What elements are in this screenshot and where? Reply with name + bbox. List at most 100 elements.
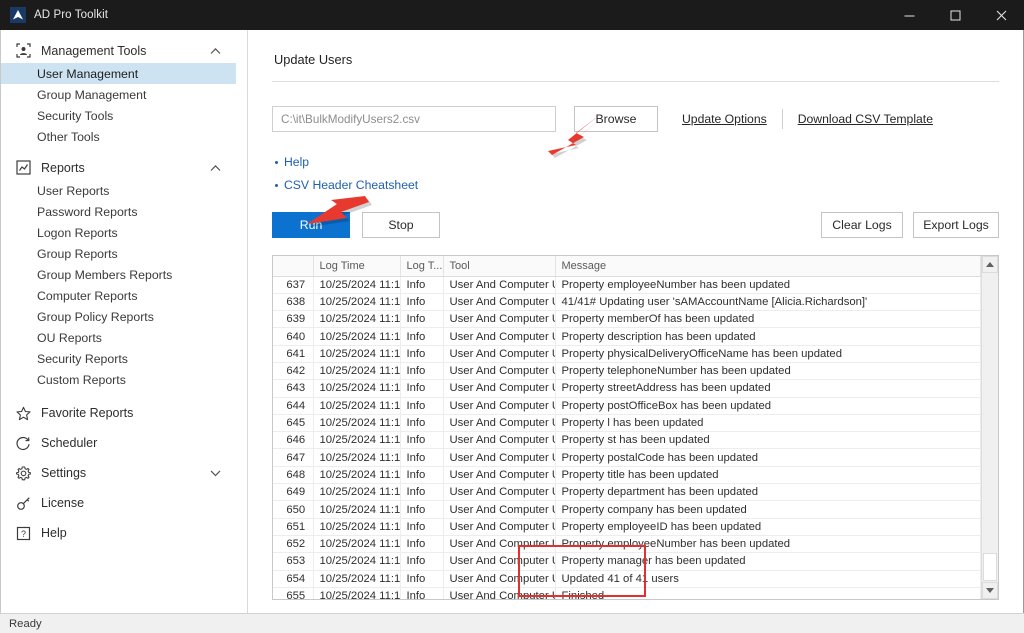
table-row[interactable]: 64710/25/2024 11:1...InfoUser And Comput… (273, 448, 981, 467)
log-cell-time: 10/25/2024 11:1... (313, 293, 401, 312)
stop-button[interactable]: Stop (362, 212, 440, 238)
log-cell-type: Info (400, 535, 444, 554)
update-options-link[interactable]: Update Options (682, 112, 767, 126)
maximize-button[interactable] (932, 0, 978, 30)
close-button[interactable] (978, 0, 1024, 30)
sidebar-item-security-tools[interactable]: Security Tools (1, 105, 247, 126)
sidebar-item-group-members-reports[interactable]: Group Members Reports (1, 264, 247, 285)
action-buttons-row: Run Stop Clear Logs Export Logs (272, 212, 999, 238)
sidebar-group-reports[interactable]: Reports (1, 155, 247, 180)
log-cell-message: Property st has been updated (555, 431, 981, 450)
log-cell-type: Info (400, 379, 444, 398)
chevron-up-icon[interactable] (210, 164, 221, 171)
sidebar-item-settings[interactable]: Settings (1, 458, 247, 488)
table-row[interactable]: 64110/25/2024 11:1...InfoUser And Comput… (273, 345, 981, 363)
table-row[interactable]: 64310/25/2024 11:1...InfoUser And Comput… (273, 379, 981, 398)
table-row[interactable]: 64610/25/2024 11:1...InfoUser And Comput… (273, 431, 981, 450)
log-cell-index: 640 (273, 327, 314, 346)
sidebar-group-management-tools[interactable]: Management Tools (1, 38, 247, 63)
sidebar-item-label: User Management (37, 66, 139, 81)
scrollbar-thumb[interactable] (983, 553, 997, 581)
log-cell-message: Property physicalDeliveryOfficeName has … (555, 345, 981, 363)
sidebar-item-group-management[interactable]: Group Management (1, 84, 247, 105)
log-cell-index: 644 (273, 397, 314, 415)
sidebar-item-other-tools[interactable]: Other Tools (1, 126, 247, 147)
browse-button[interactable]: Browse (574, 106, 658, 132)
sidebar-item-group-reports[interactable]: Group Reports (1, 243, 247, 264)
table-row[interactable]: 64910/25/2024 11:1...InfoUser And Comput… (273, 483, 981, 502)
sidebar-item-logon-reports[interactable]: Logon Reports (1, 222, 247, 243)
log-cell-tool: User And Computer U... (443, 518, 556, 536)
table-row[interactable]: 64810/25/2024 11:1...InfoUser And Comput… (273, 466, 981, 485)
log-cell-message: Property employeeID has been updated (555, 518, 981, 536)
help-link-label: Help (284, 155, 310, 169)
sidebar-item-ou-reports[interactable]: OU Reports (1, 327, 247, 348)
log-cell-index: 646 (273, 431, 314, 450)
minimize-button[interactable] (886, 0, 932, 30)
table-row[interactable]: 63810/25/2024 11:1...InfoUser And Comput… (273, 293, 981, 312)
log-cell-message: Property employeeNumber has been updated (555, 276, 981, 294)
table-row[interactable]: 64510/25/2024 11:1...InfoUser And Comput… (273, 414, 981, 433)
table-row[interactable]: 65010/25/2024 11:1...InfoUser And Comput… (273, 500, 981, 519)
table-row[interactable]: 64210/25/2024 11:1...InfoUser And Comput… (273, 362, 981, 381)
table-row[interactable]: 65510/25/2024 11:1...InfoUser And Comput… (273, 587, 981, 599)
table-row[interactable]: 65410/25/2024 11:1...InfoUser And Comput… (273, 570, 981, 588)
table-row[interactable]: 65310/25/2024 11:1...InfoUser And Comput… (273, 552, 981, 571)
chart-box-icon (15, 159, 32, 176)
sidebar-item-user-reports[interactable]: User Reports (1, 180, 247, 201)
log-cell-index: 642 (273, 362, 314, 381)
log-table-scroll-area: Log Time Log T... Tool Message 637 10/25/… (273, 256, 981, 599)
sidebar-item-help[interactable]: ? Help (1, 518, 247, 548)
log-cell-index: 649 (273, 483, 314, 502)
sidebar-item-user-management[interactable]: User Management (1, 63, 236, 84)
sidebar-item-group-policy-reports[interactable]: Group Policy Reports (1, 306, 247, 327)
table-row[interactable]: 63710/25/2024 11:1...InfoUser And Comput… (273, 276, 981, 294)
log-cell-time: 10/25/2024 11:1... (313, 570, 401, 588)
csv-header-cheatsheet-link[interactable]: CSV Header Cheatsheet (275, 178, 999, 192)
column-header-log-time[interactable]: Log Time (313, 256, 401, 277)
scroll-down-button[interactable] (982, 582, 998, 599)
log-cell-time: 10/25/2024 11:1... (313, 431, 401, 450)
run-button[interactable]: Run (272, 212, 350, 238)
csv-file-path-input[interactable]: C:\it\BulkModifyUsers2.csv (272, 106, 556, 132)
scroll-up-button[interactable] (982, 256, 998, 273)
sidebar-item-security-reports[interactable]: Security Reports (1, 348, 247, 369)
sidebar: Management Tools User Management Group M… (1, 30, 248, 613)
table-row[interactable]: 64410/25/2024 11:1...InfoUser And Comput… (273, 397, 981, 415)
sidebar-item-computer-reports[interactable]: Computer Reports (1, 285, 247, 306)
column-header-message[interactable]: Message (555, 256, 981, 277)
log-cell-tool: User And Computer U... (443, 397, 556, 415)
log-cell-time: 10/25/2024 11:1... (313, 397, 401, 415)
status-bar: Ready (0, 613, 1024, 633)
help-link[interactable]: Help (275, 155, 999, 169)
window-titlebar: AD Pro Toolkit (0, 0, 1024, 30)
sidebar-item-favorite-reports[interactable]: Favorite Reports (1, 398, 247, 428)
log-cell-message: Property employeeNumber has been updated (555, 535, 981, 554)
chevron-up-icon[interactable] (210, 47, 221, 54)
table-row[interactable]: 63910/25/2024 11:1...InfoUser And Comput… (273, 310, 981, 329)
log-table-scrollbar[interactable] (981, 256, 998, 599)
log-cell-type: Info (400, 587, 444, 599)
sidebar-item-scheduler[interactable]: Scheduler (1, 428, 247, 458)
page-title: Update Users (274, 52, 353, 67)
export-logs-button[interactable]: Export Logs (913, 212, 999, 238)
download-csv-template-link[interactable]: Download CSV Template (798, 112, 933, 126)
log-cell-index: 637 (273, 276, 314, 294)
clear-logs-button[interactable]: Clear Logs (821, 212, 903, 238)
chevron-down-icon[interactable] (210, 470, 221, 477)
bullet-dot-icon (275, 183, 278, 187)
sidebar-item-license[interactable]: License (1, 488, 247, 518)
column-header-tool[interactable]: Tool (443, 256, 556, 277)
column-header-index[interactable] (273, 256, 314, 277)
column-header-log-type[interactable]: Log T... (400, 256, 444, 277)
sidebar-item-password-reports[interactable]: Password Reports (1, 201, 247, 222)
log-cell-tool: User And Computer U... (443, 570, 556, 588)
log-cell-type: Info (400, 414, 444, 433)
sidebar-item-label: Scheduler (41, 436, 98, 450)
table-row[interactable]: 64010/25/2024 11:1...InfoUser And Comput… (273, 327, 981, 346)
log-cell-message: Finished (555, 587, 981, 599)
sidebar-item-custom-reports[interactable]: Custom Reports (1, 369, 247, 390)
table-row[interactable]: 65210/25/2024 11:1...InfoUser And Comput… (273, 535, 981, 554)
table-row[interactable]: 65110/25/2024 11:1...InfoUser And Comput… (273, 518, 981, 536)
log-cell-index: 647 (273, 448, 314, 467)
